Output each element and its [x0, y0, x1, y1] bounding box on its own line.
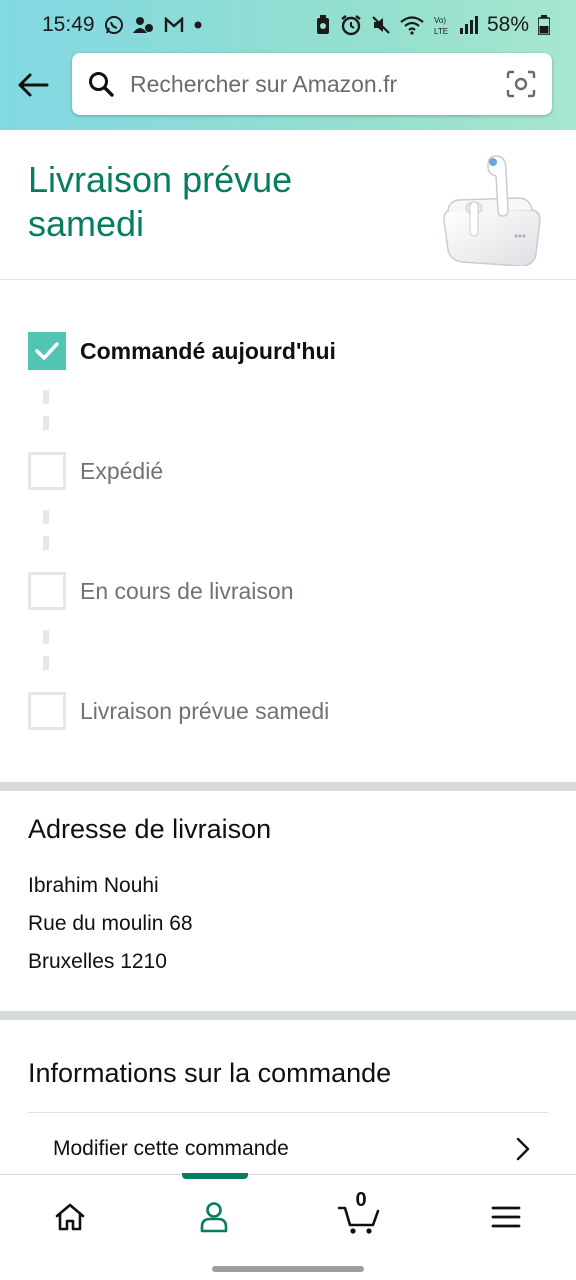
- volte-icon: Vo) LTE: [433, 14, 451, 36]
- order-info-section: Informations sur la commande: [28, 1058, 548, 1089]
- notification-dot-icon: [193, 20, 203, 30]
- modify-order-label: Modifier cette commande: [53, 1137, 289, 1160]
- section-divider: [0, 1011, 576, 1020]
- alarm-icon: [340, 14, 362, 36]
- step-expected-delivery: Livraison prévue samedi: [28, 692, 329, 730]
- step-checkbox: [28, 572, 66, 610]
- product-image[interactable]: [438, 142, 542, 267]
- checkmark-icon: [35, 342, 59, 360]
- delivery-header: Livraison prévue samedi: [0, 130, 576, 280]
- step-connector: [43, 390, 49, 442]
- modify-order-row[interactable]: Modifier cette commande: [28, 1126, 548, 1172]
- tracking-steps: Commandé aujourd'hui Expédié En cours de…: [0, 280, 576, 780]
- top-bar: 15:49 Vo) LTE 58% Rechercher sur Amazon.…: [0, 0, 576, 130]
- battery-percent: 58%: [486, 13, 529, 36]
- search-icon[interactable]: [72, 70, 130, 98]
- gesture-bar[interactable]: [212, 1266, 364, 1272]
- people-icon: [132, 16, 155, 34]
- step-in-delivery: En cours de livraison: [28, 572, 294, 610]
- step-label: Expédié: [80, 457, 164, 484]
- back-arrow-icon: [18, 73, 49, 97]
- delivery-address-section: Adresse de livraison Ibrahim Nouhi Rue d…: [28, 814, 548, 981]
- account-icon: [200, 1202, 228, 1233]
- address-street: Rue du moulin 68: [28, 912, 193, 935]
- nav-account[interactable]: [184, 1193, 244, 1241]
- battery-icon: [538, 15, 550, 35]
- back-button[interactable]: [14, 66, 52, 104]
- battery-saver-icon: [315, 15, 331, 35]
- search-row: [0, 52, 576, 118]
- nav-menu[interactable]: [476, 1193, 536, 1241]
- step-label: En cours de livraison: [80, 577, 294, 604]
- svg-text:Vo): Vo): [434, 16, 446, 25]
- step-shipped: Expédié: [28, 452, 163, 490]
- status-right: Vo) LTE 58%: [315, 13, 550, 37]
- order-info-heading: Informations sur la commande: [28, 1058, 392, 1088]
- page-title: Livraison prévue samedi: [28, 159, 293, 244]
- address-name: Ibrahim Nouhi: [28, 874, 159, 897]
- step-ordered: Commandé aujourd'hui: [28, 332, 336, 370]
- camera-search-icon[interactable]: [490, 70, 552, 98]
- status-left: 15:49: [42, 13, 203, 37]
- address-heading: Adresse de livraison: [28, 814, 272, 844]
- search-input[interactable]: [130, 64, 490, 104]
- signal-icon: [459, 16, 478, 34]
- bottom-nav: 0: [0, 1173, 576, 1258]
- active-tab-indicator: [182, 1173, 248, 1179]
- divider: [28, 1112, 548, 1113]
- status-bar: 15:49 Vo) LTE 58%: [0, 0, 576, 50]
- section-divider: [0, 782, 576, 791]
- step-checkbox: [28, 452, 66, 490]
- home-icon: [55, 1203, 85, 1231]
- menu-icon: [491, 1206, 521, 1228]
- mute-icon: [371, 15, 391, 35]
- step-connector: [43, 630, 49, 682]
- chevron-right-icon: [516, 1137, 530, 1161]
- gmail-icon: [164, 17, 184, 33]
- nav-cart[interactable]: 0: [330, 1189, 390, 1241]
- step-connector: [43, 510, 49, 562]
- step-checkbox-checked: [28, 332, 66, 370]
- nav-home[interactable]: [40, 1193, 100, 1241]
- step-label: Livraison prévue samedi: [80, 697, 330, 724]
- status-time: 15:49: [42, 13, 95, 36]
- whatsapp-icon: [104, 15, 124, 35]
- cart-count: 0: [355, 1189, 367, 1211]
- search-box[interactable]: [72, 53, 552, 115]
- step-label: Commandé aujourd'hui: [80, 337, 336, 364]
- svg-text:LTE: LTE: [434, 27, 448, 36]
- step-checkbox: [28, 692, 66, 730]
- address-city: Bruxelles 1210: [28, 950, 167, 973]
- wifi-icon: [400, 15, 424, 35]
